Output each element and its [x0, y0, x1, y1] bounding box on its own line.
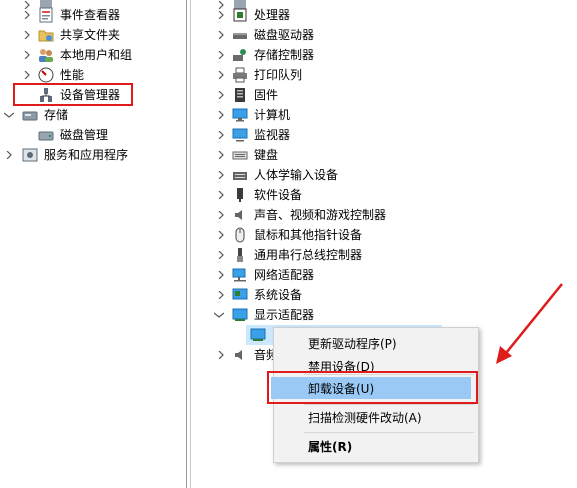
performance-icon — [38, 67, 54, 83]
monitor-icon — [232, 127, 248, 143]
display-adapter-child[interactable] — [250, 325, 272, 345]
usb-icon — [232, 247, 248, 263]
chevron-right-icon[interactable] — [22, 10, 32, 20]
device-category-processor[interactable]: 处理器 — [216, 5, 290, 25]
chevron-right-icon[interactable] — [22, 70, 32, 80]
menu-separator — [304, 404, 474, 405]
chevron-right-icon[interactable] — [22, 30, 32, 40]
device-category-sound-video-game[interactable]: 声音、视频和游戏控制器 — [216, 205, 386, 225]
device-category-audio[interactable]: 音频 — [216, 345, 278, 365]
device-category-monitors[interactable]: 监视器 — [216, 125, 290, 145]
chevron-right-icon[interactable] — [216, 10, 226, 20]
menu-item-properties[interactable]: 属性(R) — [274, 435, 478, 457]
chevron-right-icon[interactable] — [22, 50, 32, 60]
chevron-right-icon[interactable] — [216, 90, 226, 100]
menu-item-update-driver[interactable]: 更新驱动程序(P) — [274, 332, 478, 354]
chevron-right-icon[interactable] — [216, 70, 226, 80]
device-category-software-devices[interactable]: 软件设备 — [216, 185, 302, 205]
chevron-right-icon[interactable] — [216, 270, 226, 280]
chevron-right-icon[interactable] — [216, 210, 226, 220]
network-icon — [232, 267, 248, 283]
device-category-keyboards[interactable]: 键盘 — [216, 145, 278, 165]
left-tree-item-services[interactable]: 服务和应用程序 — [4, 145, 128, 165]
processor-icon — [232, 7, 248, 23]
panel-divider-inner — [190, 0, 191, 488]
device-category-computer[interactable]: 计算机 — [216, 105, 290, 125]
event-viewer-icon — [38, 7, 54, 23]
display-adapter-icon — [250, 327, 266, 343]
chevron-right-icon[interactable] — [216, 290, 226, 300]
chevron-right-icon[interactable] — [216, 30, 226, 40]
audio-icon — [232, 347, 248, 363]
left-tree-item-local-users[interactable]: 本地用户和组 — [22, 45, 132, 65]
device-category-hid[interactable]: 人体学输入设备 — [216, 165, 338, 185]
panel-divider — [186, 0, 187, 488]
services-icon — [22, 147, 38, 163]
chevron-right-icon[interactable] — [216, 230, 226, 240]
annotation-highlight-box — [13, 83, 133, 106]
device-category-print-queues[interactable]: 打印队列 — [216, 65, 302, 85]
device-category-storage-controllers[interactable]: 存储控制器 — [216, 45, 314, 65]
users-icon — [38, 47, 54, 63]
left-tree-item-storage[interactable]: 存储 — [4, 105, 68, 125]
hid-icon — [232, 167, 248, 183]
device-category-firmware[interactable]: 固件 — [216, 85, 278, 105]
chevron-right-icon[interactable] — [216, 190, 226, 200]
chevron-right-icon[interactable] — [4, 150, 14, 160]
menu-item-scan-hardware[interactable]: 扫描检测硬件改动(A) — [274, 406, 478, 428]
annotation-highlight-box — [267, 371, 478, 404]
storage-icon — [22, 107, 38, 123]
menu-separator — [304, 432, 474, 433]
chevron-right-icon[interactable] — [216, 110, 226, 120]
chevron-down-icon[interactable] — [4, 110, 14, 120]
shared-folder-icon — [38, 27, 54, 43]
chevron-right-icon[interactable] — [216, 130, 226, 140]
left-tree-item-disk-management[interactable]: 磁盘管理 — [38, 125, 108, 145]
chevron-right-icon[interactable] — [216, 50, 226, 60]
disk-drive-icon — [232, 27, 248, 43]
device-category-usb-controllers[interactable]: 通用串行总线控制器 — [216, 245, 362, 265]
device-category-display-adapters[interactable]: 显示适配器 — [214, 305, 314, 325]
annotation-arrow-icon — [496, 283, 563, 364]
disk-icon — [38, 127, 54, 143]
chevron-right-icon[interactable] — [216, 350, 226, 360]
chevron-right-icon[interactable] — [216, 150, 226, 160]
computer-icon — [232, 107, 248, 123]
device-category-mice[interactable]: 鼠标和其他指针设备 — [216, 225, 362, 245]
sound-icon — [232, 207, 248, 223]
chevron-right-icon[interactable] — [216, 250, 226, 260]
device-category-system-devices[interactable]: 系统设备 — [216, 285, 302, 305]
chevron-right-icon[interactable] — [216, 170, 226, 180]
printer-icon — [232, 67, 248, 83]
left-tree-item-event-viewer[interactable]: 事件查看器 — [22, 5, 120, 25]
left-tree-item-performance[interactable]: 性能 — [22, 65, 84, 85]
device-category-network-adapters[interactable]: 网络适配器 — [216, 265, 314, 285]
mouse-icon — [232, 227, 248, 243]
keyboard-icon — [232, 147, 248, 163]
storage-controller-icon — [232, 47, 248, 63]
system-device-icon — [232, 287, 248, 303]
chevron-down-icon[interactable] — [214, 310, 224, 320]
firmware-icon — [232, 87, 248, 103]
display-adapter-icon — [232, 307, 248, 323]
device-category-disk-drives[interactable]: 磁盘驱动器 — [216, 25, 314, 45]
left-tree-item-shared-folders[interactable]: 共享文件夹 — [22, 25, 120, 45]
software-device-icon — [232, 187, 248, 203]
